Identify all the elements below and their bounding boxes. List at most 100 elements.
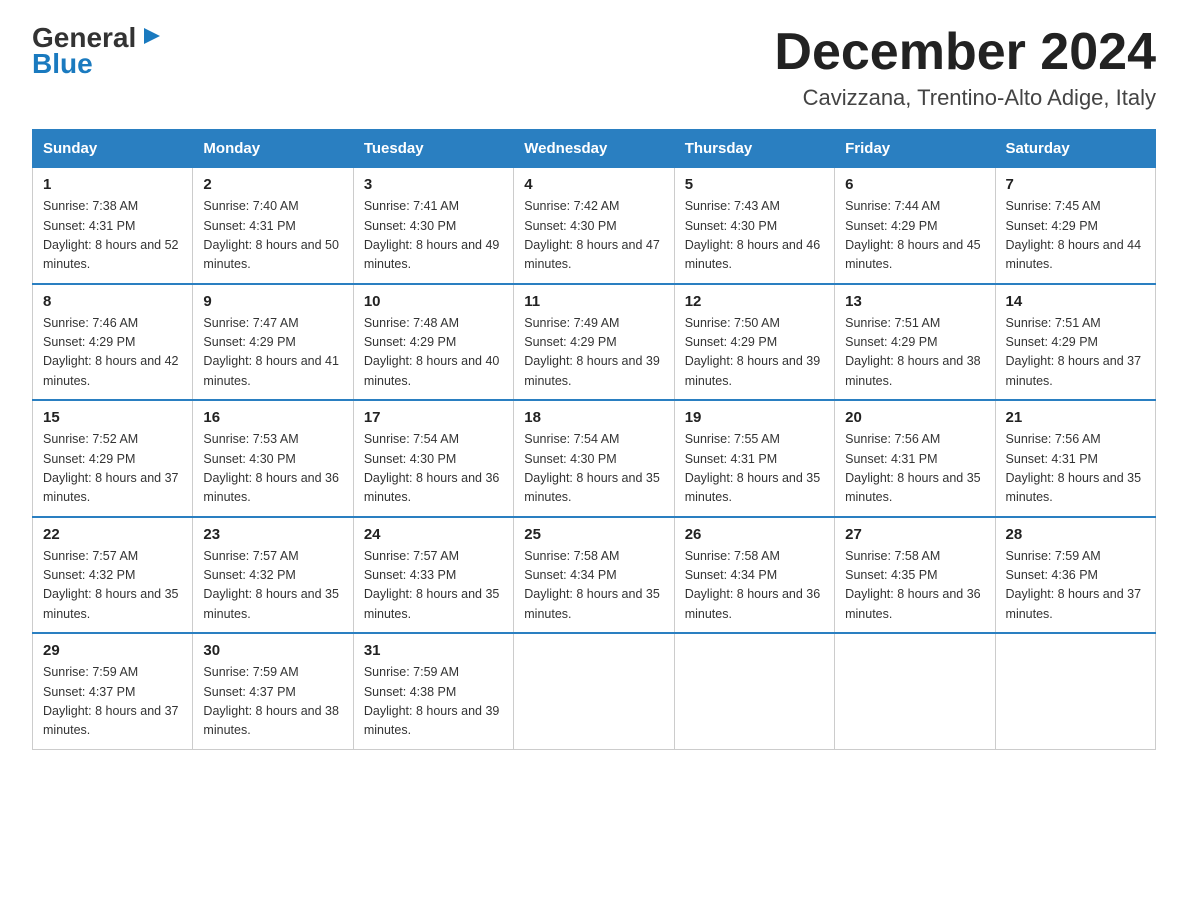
- day-info: Sunrise: 7:45 AMSunset: 4:29 PMDaylight:…: [1006, 199, 1142, 271]
- calendar-cell: 14 Sunrise: 7:51 AMSunset: 4:29 PMDaylig…: [995, 284, 1155, 401]
- calendar-cell: 21 Sunrise: 7:56 AMSunset: 4:31 PMDaylig…: [995, 400, 1155, 517]
- day-number: 8: [43, 293, 182, 310]
- day-number: 15: [43, 409, 182, 426]
- day-info: Sunrise: 7:43 AMSunset: 4:30 PMDaylight:…: [685, 199, 821, 271]
- day-info: Sunrise: 7:59 AMSunset: 4:36 PMDaylight:…: [1006, 549, 1142, 621]
- day-info: Sunrise: 7:51 AMSunset: 4:29 PMDaylight:…: [1006, 316, 1142, 388]
- calendar-week-row: 1 Sunrise: 7:38 AMSunset: 4:31 PMDayligh…: [33, 168, 1156, 284]
- day-info: Sunrise: 7:40 AMSunset: 4:31 PMDaylight:…: [203, 199, 339, 271]
- calendar-cell: 31 Sunrise: 7:59 AMSunset: 4:38 PMDaylig…: [353, 633, 513, 749]
- calendar-cell: 18 Sunrise: 7:54 AMSunset: 4:30 PMDaylig…: [514, 400, 674, 517]
- day-info: Sunrise: 7:59 AMSunset: 4:38 PMDaylight:…: [364, 665, 500, 737]
- day-info: Sunrise: 7:52 AMSunset: 4:29 PMDaylight:…: [43, 432, 179, 504]
- day-info: Sunrise: 7:54 AMSunset: 4:30 PMDaylight:…: [364, 432, 500, 504]
- calendar-cell: 9 Sunrise: 7:47 AMSunset: 4:29 PMDayligh…: [193, 284, 353, 401]
- calendar-cell: 30 Sunrise: 7:59 AMSunset: 4:37 PMDaylig…: [193, 633, 353, 749]
- day-number: 20: [845, 409, 984, 426]
- day-info: Sunrise: 7:58 AMSunset: 4:34 PMDaylight:…: [685, 549, 821, 621]
- calendar-cell: 8 Sunrise: 7:46 AMSunset: 4:29 PMDayligh…: [33, 284, 193, 401]
- day-number: 13: [845, 293, 984, 310]
- day-number: 29: [43, 642, 182, 659]
- calendar-cell: 7 Sunrise: 7:45 AMSunset: 4:29 PMDayligh…: [995, 168, 1155, 284]
- calendar-cell: 25 Sunrise: 7:58 AMSunset: 4:34 PMDaylig…: [514, 517, 674, 634]
- day-info: Sunrise: 7:55 AMSunset: 4:31 PMDaylight:…: [685, 432, 821, 504]
- day-number: 12: [685, 293, 824, 310]
- day-number: 1: [43, 176, 182, 193]
- day-info: Sunrise: 7:38 AMSunset: 4:31 PMDaylight:…: [43, 199, 179, 271]
- calendar-cell: 10 Sunrise: 7:48 AMSunset: 4:29 PMDaylig…: [353, 284, 513, 401]
- title-area: December 2024 Cavizzana, Trentino-Alto A…: [774, 24, 1156, 111]
- calendar-cell: 4 Sunrise: 7:42 AMSunset: 4:30 PMDayligh…: [514, 168, 674, 284]
- day-info: Sunrise: 7:57 AMSunset: 4:33 PMDaylight:…: [364, 549, 500, 621]
- day-number: 27: [845, 526, 984, 543]
- calendar-week-row: 8 Sunrise: 7:46 AMSunset: 4:29 PMDayligh…: [33, 284, 1156, 401]
- calendar-cell: 5 Sunrise: 7:43 AMSunset: 4:30 PMDayligh…: [674, 168, 834, 284]
- calendar-cell: [674, 633, 834, 749]
- day-number: 5: [685, 176, 824, 193]
- weekday-header-sunday: Sunday: [33, 130, 193, 168]
- logo-blue-text: Blue: [32, 48, 93, 79]
- day-number: 9: [203, 293, 342, 310]
- day-number: 28: [1006, 526, 1145, 543]
- calendar-cell: 16 Sunrise: 7:53 AMSunset: 4:30 PMDaylig…: [193, 400, 353, 517]
- day-number: 23: [203, 526, 342, 543]
- day-info: Sunrise: 7:59 AMSunset: 4:37 PMDaylight:…: [203, 665, 339, 737]
- calendar-cell: 17 Sunrise: 7:54 AMSunset: 4:30 PMDaylig…: [353, 400, 513, 517]
- day-info: Sunrise: 7:44 AMSunset: 4:29 PMDaylight:…: [845, 199, 981, 271]
- calendar-week-row: 22 Sunrise: 7:57 AMSunset: 4:32 PMDaylig…: [33, 517, 1156, 634]
- day-number: 21: [1006, 409, 1145, 426]
- day-number: 6: [845, 176, 984, 193]
- day-info: Sunrise: 7:59 AMSunset: 4:37 PMDaylight:…: [43, 665, 179, 737]
- day-number: 25: [524, 526, 663, 543]
- day-number: 10: [364, 293, 503, 310]
- logo-arrow-icon: [138, 22, 166, 50]
- calendar-cell: [995, 633, 1155, 749]
- day-number: 17: [364, 409, 503, 426]
- day-info: Sunrise: 7:49 AMSunset: 4:29 PMDaylight:…: [524, 316, 660, 388]
- weekday-header-row: SundayMondayTuesdayWednesdayThursdayFrid…: [33, 130, 1156, 168]
- day-number: 7: [1006, 176, 1145, 193]
- calendar-cell: [514, 633, 674, 749]
- calendar-cell: [835, 633, 995, 749]
- calendar-cell: 28 Sunrise: 7:59 AMSunset: 4:36 PMDaylig…: [995, 517, 1155, 634]
- logo: General Blue: [32, 24, 166, 78]
- day-info: Sunrise: 7:41 AMSunset: 4:30 PMDaylight:…: [364, 199, 500, 271]
- weekday-header-monday: Monday: [193, 130, 353, 168]
- day-info: Sunrise: 7:54 AMSunset: 4:30 PMDaylight:…: [524, 432, 660, 504]
- weekday-header-wednesday: Wednesday: [514, 130, 674, 168]
- calendar-cell: 20 Sunrise: 7:56 AMSunset: 4:31 PMDaylig…: [835, 400, 995, 517]
- calendar-week-row: 29 Sunrise: 7:59 AMSunset: 4:37 PMDaylig…: [33, 633, 1156, 749]
- day-number: 14: [1006, 293, 1145, 310]
- day-number: 30: [203, 642, 342, 659]
- weekday-header-thursday: Thursday: [674, 130, 834, 168]
- calendar-cell: 13 Sunrise: 7:51 AMSunset: 4:29 PMDaylig…: [835, 284, 995, 401]
- day-number: 2: [203, 176, 342, 193]
- day-number: 24: [364, 526, 503, 543]
- calendar-cell: 22 Sunrise: 7:57 AMSunset: 4:32 PMDaylig…: [33, 517, 193, 634]
- calendar-cell: 15 Sunrise: 7:52 AMSunset: 4:29 PMDaylig…: [33, 400, 193, 517]
- day-info: Sunrise: 7:53 AMSunset: 4:30 PMDaylight:…: [203, 432, 339, 504]
- day-info: Sunrise: 7:46 AMSunset: 4:29 PMDaylight:…: [43, 316, 179, 388]
- day-info: Sunrise: 7:51 AMSunset: 4:29 PMDaylight:…: [845, 316, 981, 388]
- calendar-cell: 27 Sunrise: 7:58 AMSunset: 4:35 PMDaylig…: [835, 517, 995, 634]
- day-number: 18: [524, 409, 663, 426]
- calendar-week-row: 15 Sunrise: 7:52 AMSunset: 4:29 PMDaylig…: [33, 400, 1156, 517]
- day-info: Sunrise: 7:48 AMSunset: 4:29 PMDaylight:…: [364, 316, 500, 388]
- day-number: 16: [203, 409, 342, 426]
- calendar-cell: 11 Sunrise: 7:49 AMSunset: 4:29 PMDaylig…: [514, 284, 674, 401]
- calendar-cell: 3 Sunrise: 7:41 AMSunset: 4:30 PMDayligh…: [353, 168, 513, 284]
- day-number: 26: [685, 526, 824, 543]
- day-number: 4: [524, 176, 663, 193]
- day-number: 19: [685, 409, 824, 426]
- calendar-cell: 29 Sunrise: 7:59 AMSunset: 4:37 PMDaylig…: [33, 633, 193, 749]
- day-info: Sunrise: 7:58 AMSunset: 4:34 PMDaylight:…: [524, 549, 660, 621]
- calendar-cell: 6 Sunrise: 7:44 AMSunset: 4:29 PMDayligh…: [835, 168, 995, 284]
- calendar-cell: 23 Sunrise: 7:57 AMSunset: 4:32 PMDaylig…: [193, 517, 353, 634]
- weekday-header-saturday: Saturday: [995, 130, 1155, 168]
- day-info: Sunrise: 7:56 AMSunset: 4:31 PMDaylight:…: [1006, 432, 1142, 504]
- weekday-header-tuesday: Tuesday: [353, 130, 513, 168]
- month-title: December 2024: [774, 24, 1156, 81]
- day-info: Sunrise: 7:42 AMSunset: 4:30 PMDaylight:…: [524, 199, 660, 271]
- day-number: 31: [364, 642, 503, 659]
- calendar-cell: 24 Sunrise: 7:57 AMSunset: 4:33 PMDaylig…: [353, 517, 513, 634]
